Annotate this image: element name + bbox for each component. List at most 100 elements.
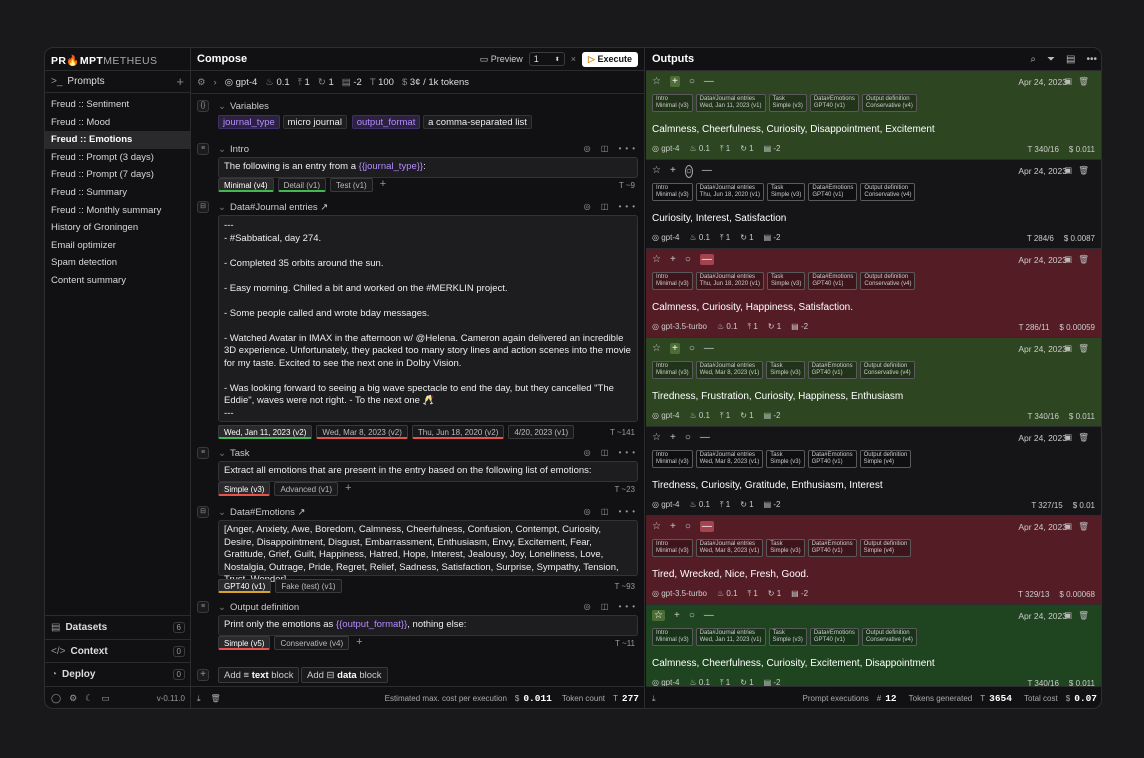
output-card[interactable]: ☆ + ○ — Apr 24, 2023 ▣🗑 Intro Minimal (v3) Data#… [646,160,1101,249]
thumbs-down-icon[interactable]: — [699,521,714,532]
tab-version[interactable]: Conservative (v4) [274,636,350,650]
sidebar-item-prompt[interactable]: Email optimizer [45,237,190,255]
thumbs-up-icon[interactable]: + [670,432,676,443]
tab-version[interactable]: Wed, Jan 11, 2023 (v2) [218,425,313,439]
emotions-text[interactable]: [Anger, Anxiety, Awe, Boredom, Calmness,… [218,520,638,585]
variable-value[interactable]: a comma-separated list [423,115,532,129]
trash-icon[interactable]: 🗑 [211,694,221,703]
download-icon[interactable]: ⤓ [652,694,656,704]
add-prompt-button[interactable]: + [176,74,184,89]
card-actions[interactable]: ▣🗑 [1064,165,1095,176]
variable-value[interactable]: micro journal [282,115,347,129]
copy-icon[interactable]: ▣ [1064,165,1078,175]
neutral-icon[interactable]: ○ [689,343,695,354]
tab-version[interactable]: Test (v1) [330,178,373,192]
card-actions[interactable]: ▣🗑 [1064,76,1095,87]
chat-icon[interactable]: ▭ [101,693,110,704]
execute-button[interactable]: ▷ Execute [582,51,638,67]
star-icon[interactable]: ☆ [652,76,661,87]
thumbs-up-icon[interactable]: + [669,343,680,354]
thumbs-down-icon[interactable]: — [699,254,714,265]
star-icon[interactable]: ☆ [652,165,661,178]
sidebar-section-context[interactable]: </> Context 0 [45,639,191,662]
data-icon[interactable]: ⊟ [197,506,209,518]
thumbs-up-icon[interactable]: + [674,610,680,621]
block-actions[interactable]: ◎ ◫ ••• [584,202,639,211]
copy-icon[interactable]: ▣ [1064,343,1078,353]
thumbs-down-icon[interactable]: — [704,610,714,621]
block-actions[interactable]: ◎ ◫ ••• [584,507,639,516]
star-icon[interactable]: ☆ [652,254,661,265]
tab-version[interactable]: Simple (v3) [218,482,271,496]
filter-icon[interactable]: ⏷ [1047,54,1055,65]
card-actions[interactable]: ▣🗑 [1064,610,1095,621]
tab-version[interactable]: Advanced (v1) [274,482,339,496]
task-text[interactable]: Extract all emotions that are present in… [218,461,638,482]
tab-version[interactable]: Thu, Jun 18, 2020 (v2) [411,425,505,439]
tab-version[interactable]: GPT40 (v1) [218,579,272,593]
drag-handle-icon[interactable]: ≡ [197,601,209,613]
neutral-icon[interactable]: ○ [685,254,691,265]
sidebar-section-deploy[interactable]: ◔ Deploy 0 [45,662,191,685]
variable-key[interactable]: output_format [351,115,421,129]
output-card[interactable]: ☆ + ○ — Apr 24, 2023 ▣🗑 Intro Minimal (v3) Data#… [646,338,1101,427]
neutral-icon[interactable]: ○ [689,610,695,621]
user-icon[interactable]: ◯ [51,693,61,704]
add-data-block-button[interactable]: Add ⊟ data block [301,667,388,683]
star-icon[interactable]: ☆ [652,610,665,621]
star-icon[interactable]: ☆ [652,521,661,532]
sidebar-item-prompt[interactable]: Freud :: Sentiment [45,96,190,114]
copy-icon[interactable]: ▣ [1064,254,1078,264]
thumbs-up-icon[interactable]: + [670,521,676,532]
search-icon[interactable]: ⌕ [1030,54,1036,65]
add-version-button[interactable]: + [353,636,365,650]
card-actions[interactable]: ▣🗑 [1064,432,1095,443]
sidebar-item-prompt[interactable]: Freud :: Monthly summary [45,202,190,220]
sidebar-section-datasets[interactable]: ▤ Datasets 6 [45,615,191,638]
more-icon[interactable]: ••• [1086,54,1097,65]
neutral-icon[interactable]: ○ [685,521,691,532]
sidebar-item-prompt[interactable]: Freud :: Prompt (7 days) [45,166,190,184]
tab-version[interactable]: Detail (v1) [277,178,327,192]
trash-icon[interactable]: 🗑 [1078,610,1095,620]
add-text-block-button[interactable]: Add ≡ text block [218,667,300,683]
sidebar-item-prompt[interactable]: Freud :: Summary [45,184,190,202]
clear-icon[interactable]: × [571,54,576,64]
output-card[interactable]: ☆ + ○ — Apr 24, 2023 ▣🗑 Intro Minimal (v3) Data#… [646,605,1101,686]
model-name[interactable]: ◎ gpt-4 [225,77,258,88]
block-actions[interactable]: ◎ ◫ ••• [584,602,639,611]
add-version-button[interactable]: + [342,482,354,496]
moon-icon[interactable]: ☾ [85,693,93,704]
settings-icon[interactable]: ⚙ [197,77,206,88]
variable-key[interactable]: journal_type [218,115,280,129]
copy-icon[interactable]: ▣ [1064,76,1078,86]
sidebar-item-prompt[interactable]: Freud :: Emotions [45,131,190,149]
layout-icon[interactable]: ▤ [1066,54,1075,65]
sidebar-item-prompt[interactable]: Freud :: Prompt (3 days) [45,149,190,167]
add-version-button[interactable]: + [377,178,389,192]
output-definition-text[interactable]: Print only the emotions as {{output_form… [218,615,638,636]
output-card[interactable]: ☆ + ○ — Apr 24, 2023 ▣🗑 Intro Minimal (v3) Data#… [646,427,1101,516]
preview-button[interactable]: ▭ Preview [480,54,523,65]
copy-icon[interactable]: ▣ [1064,432,1078,442]
trash-icon[interactable]: 🗑 [1078,521,1095,531]
tab-version[interactable]: Fake (test) (v1) [275,579,342,593]
output-card[interactable]: ☆ + ○ — Apr 24, 2023 ▣🗑 Intro Minimal (v3) Data#… [646,71,1101,160]
copy-icon[interactable]: ▣ [1064,610,1078,620]
neutral-icon[interactable]: ○ [689,76,695,87]
thumbs-down-icon[interactable]: — [704,76,714,87]
tab-version[interactable]: Simple (v5) [218,636,271,650]
thumbs-up-icon[interactable]: + [669,76,680,87]
sidebar-item-prompt[interactable]: Spam detection [45,254,190,272]
thumbs-up-icon[interactable]: + [670,165,676,178]
thumbs-up-icon[interactable]: + [670,254,676,265]
tab-version[interactable]: Minimal (v4) [218,178,274,192]
tab-version[interactable]: 4/20, 2023 (v1) [508,425,575,439]
plus-icon[interactable]: + [197,669,209,681]
journal-text[interactable]: --- - #Sabbatical, day 274. - Completed 35… [218,215,638,422]
output-card[interactable]: ☆ + ○ — Apr 24, 2023 ▣🗑 Intro Minimal (v3) Data#… [646,249,1101,338]
card-actions[interactable]: ▣🗑 [1064,521,1095,532]
trash-icon[interactable]: 🗑 [1078,343,1095,353]
model-settings[interactable]: ⚙ › ◎ gpt-4 ♨ 0.1 ⤒ 1 ↻ 1 ▤ -2 T 100 $ 3… [191,71,644,94]
settings-icon[interactable]: ⚙ [69,693,77,704]
